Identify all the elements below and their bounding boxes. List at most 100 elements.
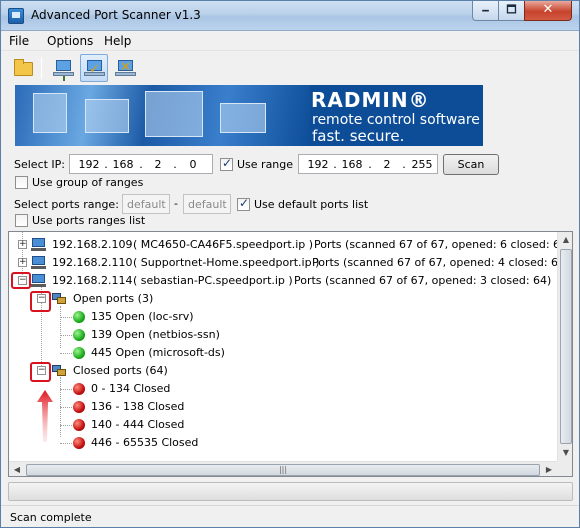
- scroll-up-icon[interactable]: ▲: [558, 232, 572, 248]
- scroll-left-icon[interactable]: ◀: [9, 462, 25, 476]
- port-separator: -: [174, 197, 178, 210]
- banner-subtitle: remote control software: [312, 112, 480, 128]
- ip-to-field[interactable]: 192 . 168 . 2 . 255: [298, 154, 438, 174]
- computer-icon: [31, 238, 47, 252]
- annotation-highlight-box: [11, 272, 31, 289]
- app-window: Advanced Port Scanner v1.3 🗕 🗖 ✕ File Op…: [0, 0, 580, 528]
- menu-help[interactable]: Help: [104, 34, 131, 48]
- use-ports-ranges-checkbox[interactable]: [15, 214, 28, 227]
- host-row-114[interactable]: − 192.168.2.114 ( sebastian-PC.speedport…: [9, 272, 557, 290]
- host-ports-summary: Ports (scanned 67 of 67, opened: 3 close…: [294, 274, 552, 287]
- close-button[interactable]: ✕: [524, 1, 572, 21]
- port-entry: 135 Open (loc-srv): [91, 310, 194, 323]
- minimize-button[interactable]: 🗕: [472, 1, 499, 21]
- host-name: ( Supportnet-Home.speedport.ip ): [133, 256, 320, 269]
- port-entry: 140 - 444 Closed: [91, 418, 185, 431]
- host-ports-summary: Ports (scanned 67 of 67, opened: 4 close…: [312, 256, 570, 269]
- toolbar: ✓ ✕: [1, 52, 579, 84]
- port-entry: 446 - 65535 Closed: [91, 436, 199, 449]
- open-ports-label: Open ports (3): [73, 292, 154, 305]
- ports-group-icon: [51, 292, 67, 306]
- scroll-right-icon[interactable]: ▶: [541, 462, 557, 476]
- expand-icon[interactable]: +: [18, 258, 27, 267]
- closed-port-icon: [73, 383, 85, 395]
- menu-bar: File Options Help: [1, 31, 579, 51]
- closed-port-icon: [73, 419, 85, 431]
- toolbar-separator: [41, 57, 42, 79]
- scrollbar-corner: [557, 461, 572, 476]
- host-ip: 192.168.2.110: [52, 256, 133, 269]
- horizontal-scrollbar[interactable]: ◀ ||| ▶: [9, 461, 557, 476]
- list-item[interactable]: 135 Open (loc-srv): [9, 308, 309, 326]
- list-item[interactable]: 140 - 444 Closed: [9, 416, 309, 434]
- maximize-button[interactable]: 🗖: [498, 1, 525, 21]
- computer-icon: [31, 256, 47, 270]
- port-entry: 139 Open (netbios-ssn): [91, 328, 220, 341]
- annotation-highlight-box: [30, 291, 51, 312]
- use-default-ports-label: Use default ports list: [254, 198, 369, 211]
- select-ip-label: Select IP:: [14, 158, 66, 171]
- folder-icon: [14, 59, 33, 76]
- status-bar: Scan complete: [1, 505, 579, 527]
- scan-button[interactable]: Scan: [443, 154, 499, 175]
- list-item[interactable]: 136 - 138 Closed: [9, 398, 309, 416]
- use-group-checkbox[interactable]: [15, 176, 28, 189]
- port-from-field[interactable]: default: [122, 194, 170, 214]
- host-name: ( MC4650-CA46F5.speedport.ip ): [133, 238, 314, 251]
- show-alive-button[interactable]: ✓: [80, 54, 108, 82]
- open-port-icon: [73, 347, 85, 359]
- title-bar[interactable]: Advanced Port Scanner v1.3 🗕 🗖 ✕: [1, 1, 579, 31]
- use-group-label: Use group of ranges: [32, 176, 144, 189]
- horizontal-scroll-thumb[interactable]: |||: [26, 464, 540, 476]
- window-title: Advanced Port Scanner v1.3: [31, 8, 201, 22]
- port-entry: 136 - 138 Closed: [91, 400, 185, 413]
- use-ports-ranges-label: Use ports ranges list: [32, 214, 146, 227]
- menu-options[interactable]: Options: [47, 34, 93, 48]
- open-ports-group[interactable]: − Open ports (3): [9, 290, 309, 308]
- app-icon: [8, 8, 24, 24]
- status-text: Scan complete: [10, 511, 92, 524]
- port-entry: 445 Open (microsoft-ds): [91, 346, 225, 359]
- results-tree[interactable]: + 192.168.2.109 ( MC4650-CA46F5.speedpor…: [8, 231, 573, 477]
- host-ip: 192.168.2.114: [52, 274, 133, 287]
- open-port-icon: [73, 311, 85, 323]
- scroll-down-icon[interactable]: ▼: [558, 445, 572, 461]
- banner-tagline: fast. secure. affordable.: [312, 127, 405, 146]
- scan-hosts-button[interactable]: [49, 54, 77, 82]
- host-ip: 192.168.2.109: [52, 238, 133, 251]
- closed-ports-group[interactable]: − Closed ports (64): [9, 362, 309, 380]
- vertical-scrollbar[interactable]: ▲ ▼: [557, 232, 572, 461]
- ports-group-icon: [51, 364, 67, 378]
- show-dead-button[interactable]: ✕: [111, 54, 139, 82]
- closed-ports-label: Closed ports (64): [73, 364, 168, 377]
- port-entry: 0 - 134 Closed: [91, 382, 171, 395]
- banner-title: RADMIN®: [311, 88, 430, 112]
- radmin-banner[interactable]: RADMIN® remote control software fast. se…: [15, 85, 483, 146]
- list-item[interactable]: 139 Open (netbios-ssn): [9, 326, 309, 344]
- computer-icon: [31, 274, 47, 288]
- ports-range-label: Select ports range:: [14, 198, 119, 211]
- closed-port-icon: [73, 437, 85, 449]
- host-row-109[interactable]: + 192.168.2.109 ( MC4650-CA46F5.speedpor…: [9, 236, 571, 254]
- vertical-scroll-thumb[interactable]: [560, 249, 572, 444]
- annotation-highlight-box: [30, 362, 51, 382]
- closed-port-icon: [73, 401, 85, 413]
- port-to-field[interactable]: default: [183, 194, 231, 214]
- open-button[interactable]: [9, 54, 37, 82]
- ip-from-field[interactable]: 192 . 168 . 2 . 0: [69, 154, 213, 174]
- use-range-checkbox[interactable]: [220, 156, 233, 171]
- annotation-arrow-icon: [37, 390, 53, 442]
- host-name: ( sebastian-PC.speedport.ip ): [133, 274, 293, 287]
- banner-artwork: [15, 85, 310, 146]
- host-ports-summary: Ports (scanned 67 of 67, opened: 6 close…: [314, 238, 572, 251]
- computer-icon: [56, 60, 71, 71]
- host-row-110[interactable]: + 192.168.2.110 ( Supportnet-Home.speedp…: [9, 254, 569, 272]
- use-default-ports-checkbox[interactable]: [237, 196, 250, 211]
- expand-icon[interactable]: +: [18, 240, 27, 249]
- open-port-icon: [73, 329, 85, 341]
- menu-file[interactable]: File: [9, 34, 29, 48]
- list-item[interactable]: 446 - 65535 Closed: [9, 434, 309, 452]
- scan-progress-bar: [8, 482, 573, 501]
- list-item[interactable]: 0 - 134 Closed: [9, 380, 309, 398]
- list-item[interactable]: 445 Open (microsoft-ds): [9, 344, 309, 362]
